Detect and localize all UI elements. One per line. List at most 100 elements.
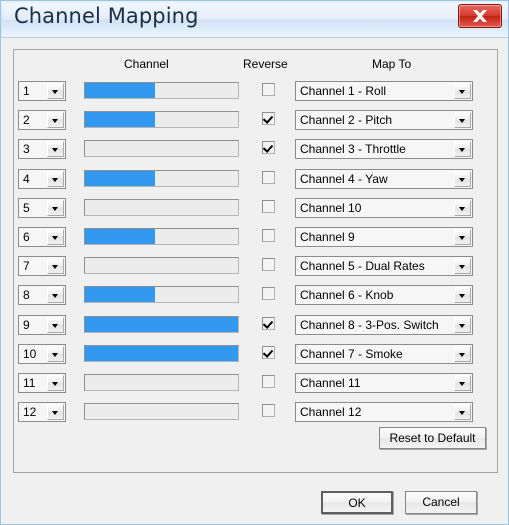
chevron-down-icon[interactable] <box>47 229 64 245</box>
map-to-select[interactable]: Channel 1 - Roll <box>295 81 473 101</box>
chevron-down-icon[interactable] <box>454 141 471 158</box>
channel-number-select[interactable]: 7 <box>18 256 66 277</box>
reverse-checkbox[interactable] <box>262 258 275 272</box>
channel-row: 7 Channel 5 - Dual Rates <box>1 256 486 280</box>
channel-number-value: 11 <box>23 376 36 390</box>
map-to-value: Channel 7 - Smoke <box>300 346 403 361</box>
channel-number-select[interactable]: 8 <box>18 285 66 306</box>
chevron-down-icon[interactable] <box>454 170 471 187</box>
chevron-down-icon[interactable] <box>47 345 64 362</box>
chevron-down-icon[interactable] <box>454 316 471 333</box>
map-to-select[interactable]: Channel 12 <box>295 402 473 423</box>
chevron-down-icon[interactable] <box>454 258 471 275</box>
chevron-down-icon[interactable] <box>47 112 64 129</box>
reverse-checkbox[interactable] <box>262 287 275 301</box>
channel-number-select[interactable]: 3 <box>18 139 66 160</box>
channel-level-bar <box>84 257 239 275</box>
map-to-value: Channel 3 - Throttle <box>300 142 406 157</box>
map-to-select[interactable]: Channel 8 - 3-Pos. Switch <box>295 314 473 335</box>
chevron-down-icon[interactable] <box>454 229 471 245</box>
chevron-down-icon[interactable] <box>47 316 64 333</box>
reverse-checkbox[interactable] <box>262 375 275 388</box>
channel-level-bar <box>84 111 239 129</box>
chevron-down-icon[interactable] <box>47 287 64 304</box>
channel-level-bar-fill <box>85 229 156 244</box>
chevron-down-icon[interactable] <box>47 141 64 158</box>
channel-number-select[interactable]: 9 <box>18 314 66 335</box>
channel-level-bar <box>84 374 239 391</box>
column-header-map-to: Map To <box>372 57 412 71</box>
reset-to-default-button[interactable]: Reset to Default <box>379 427 486 449</box>
channel-row: 9 Channel 8 - 3-Pos. Switch <box>1 314 486 339</box>
close-button[interactable] <box>458 4 502 28</box>
channel-row: 6 Channel 9 <box>1 227 486 251</box>
map-to-select[interactable]: Channel 2 - Pitch <box>295 110 473 131</box>
reverse-checkbox[interactable] <box>262 170 275 184</box>
reverse-checkbox[interactable] <box>262 404 275 418</box>
chevron-down-icon[interactable] <box>47 199 64 216</box>
channel-level-bar-fill <box>85 345 238 361</box>
reverse-checkbox[interactable] <box>262 141 275 155</box>
chevron-down-icon[interactable] <box>454 83 471 99</box>
channel-number-value: 5 <box>23 200 30 215</box>
chevron-down-icon[interactable] <box>454 112 471 129</box>
channel-level-bar-fill <box>85 287 156 303</box>
channel-number-value: 4 <box>23 171 30 186</box>
map-to-select[interactable]: Channel 5 - Dual Rates <box>295 256 473 277</box>
channel-number-select[interactable]: 12 <box>18 402 66 423</box>
channel-number-select[interactable]: 6 <box>18 227 66 247</box>
channel-number-value: 7 <box>23 259 30 274</box>
chevron-down-icon[interactable] <box>47 404 64 421</box>
channel-level-bar <box>84 198 239 216</box>
channel-row: 8 Channel 6 - Knob <box>1 285 486 309</box>
map-to-select[interactable]: Channel 9 <box>295 227 473 247</box>
title-bar: Channel Mapping <box>1 1 508 38</box>
channel-number-value: 9 <box>23 317 30 332</box>
channel-mapping-dialog: Channel Mapping Channel Reverse Map To 1… <box>0 0 509 525</box>
cancel-button[interactable]: Cancel <box>405 491 477 514</box>
channel-number-select[interactable]: 4 <box>18 168 66 189</box>
map-to-value: Channel 10 <box>300 200 362 215</box>
map-to-value: Channel 6 - Knob <box>300 288 394 303</box>
channel-level-bar <box>84 286 239 304</box>
channel-number-select[interactable]: 2 <box>18 110 66 131</box>
reverse-checkbox[interactable] <box>262 112 275 126</box>
close-icon <box>473 10 487 22</box>
channel-number-select[interactable]: 10 <box>18 343 66 364</box>
channel-row: 3 Channel 3 - Throttle <box>1 139 486 163</box>
chevron-down-icon[interactable] <box>454 404 471 421</box>
channel-level-bar <box>84 228 239 245</box>
channel-number-select[interactable]: 5 <box>18 197 66 218</box>
reverse-checkbox[interactable] <box>262 345 275 359</box>
map-to-select[interactable]: Channel 3 - Throttle <box>295 139 473 160</box>
map-to-value: Channel 8 - 3-Pos. Switch <box>300 317 439 332</box>
map-to-select[interactable]: Channel 7 - Smoke <box>295 343 473 364</box>
map-to-select[interactable]: Channel 4 - Yaw <box>295 168 473 189</box>
map-to-select[interactable]: Channel 10 <box>295 197 473 218</box>
channel-level-bar-fill <box>85 83 156 98</box>
channel-row: 5 Channel 10 <box>1 197 486 222</box>
chevron-down-icon[interactable] <box>47 83 64 99</box>
chevron-down-icon[interactable] <box>47 170 64 187</box>
chevron-down-icon[interactable] <box>47 375 64 391</box>
map-to-select[interactable]: Channel 11 <box>295 373 473 393</box>
chevron-down-icon[interactable] <box>454 199 471 216</box>
chevron-down-icon[interactable] <box>454 345 471 362</box>
chevron-down-icon[interactable] <box>454 375 471 391</box>
channel-level-bar <box>84 315 239 333</box>
reverse-checkbox[interactable] <box>262 83 275 96</box>
channel-number-select[interactable]: 11 <box>18 373 66 393</box>
channel-number-select[interactable]: 1 <box>18 81 66 101</box>
ok-button[interactable]: OK <box>321 491 393 514</box>
chevron-down-icon[interactable] <box>454 287 471 304</box>
channel-level-bar <box>84 82 239 99</box>
reverse-checkbox[interactable] <box>262 199 275 213</box>
reverse-checkbox[interactable] <box>262 229 275 242</box>
reverse-checkbox[interactable] <box>262 316 275 330</box>
channel-row: 10 Channel 7 - Smoke <box>1 343 486 368</box>
window-title: Channel Mapping <box>14 4 199 28</box>
channel-number-value: 3 <box>23 142 30 157</box>
map-to-select[interactable]: Channel 6 - Knob <box>295 285 473 306</box>
chevron-down-icon[interactable] <box>47 258 64 275</box>
channel-row: 4 Channel 4 - Yaw <box>1 168 486 193</box>
